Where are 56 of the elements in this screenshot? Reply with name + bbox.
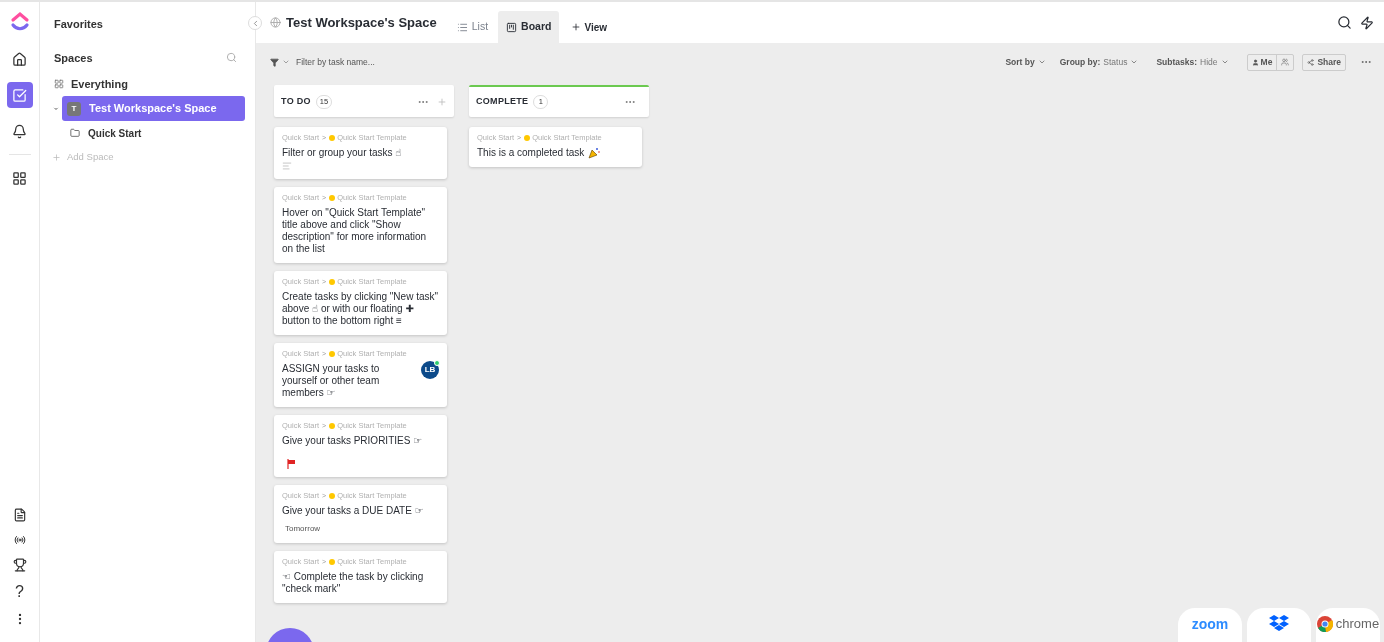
filter-field[interactable]: Filter by task name... xyxy=(296,55,446,69)
column-title: TO DO xyxy=(281,95,311,109)
tasks-icon[interactable] xyxy=(6,82,33,108)
broadcast-icon[interactable] xyxy=(13,534,26,546)
column-title: COMPLETE xyxy=(476,95,529,109)
task-title: This is a completed task xyxy=(477,147,585,159)
task-title: Hover on "Quick Start Template" title above and click "Show description" for more information on the list xyxy=(282,207,428,255)
group-by-button[interactable]: Group by: Status xyxy=(1059,55,1139,69)
sidebar-item[interactable]: Quick Start xyxy=(52,122,245,144)
task-title: Give your tasks PRIORITIES ☞ xyxy=(282,435,423,447)
list-icon xyxy=(456,21,468,33)
chrome-logo-button[interactable]: chrome xyxy=(1316,608,1380,642)
share-button[interactable]: Share xyxy=(1302,53,1346,71)
page-title: Test Workspace's Space xyxy=(286,13,437,32)
open-box-logo xyxy=(1268,614,1290,634)
board-icon xyxy=(506,21,518,33)
task-title: ☜ Complete the task by clicking "check mark" xyxy=(282,571,425,595)
description-icon xyxy=(282,161,292,171)
view-tab[interactable]: Board xyxy=(498,11,560,43)
spaces-heading[interactable]: Spaces xyxy=(54,49,93,66)
task-title: Create tasks by clicking "New task" above ☝ or with our floating ✚ button to the bottom right ≡ xyxy=(282,291,439,327)
trophy-icon[interactable] xyxy=(12,558,27,572)
party-popper-icon xyxy=(588,147,601,159)
due-date[interactable]: Tomorrow xyxy=(285,523,321,535)
document-icon[interactable] xyxy=(12,508,27,522)
space-avatar: T xyxy=(67,101,81,116)
sidebar-item[interactable]: T Test Workspace's Space xyxy=(62,96,245,121)
view-tab[interactable]: List xyxy=(448,11,497,43)
caret-icon xyxy=(1130,58,1139,66)
favorites-heading[interactable]: Favorites xyxy=(54,16,103,33)
add-view-button[interactable]: View xyxy=(561,11,618,43)
caret-icon xyxy=(1037,58,1046,66)
assignee-avatar[interactable]: LB xyxy=(421,361,439,379)
lightning-icon[interactable] xyxy=(1360,15,1374,30)
caret-icon xyxy=(1220,58,1229,66)
share-icon xyxy=(1307,58,1315,66)
folder-icon xyxy=(70,128,80,138)
people-icon xyxy=(1281,58,1290,66)
priority-flag-icon[interactable] xyxy=(287,459,296,469)
space-icon xyxy=(270,17,281,28)
subtasks-button[interactable]: Subtasks: Hide xyxy=(1156,55,1229,69)
box-logo-button[interactable] xyxy=(1247,608,1311,642)
logo-icon[interactable] xyxy=(9,10,30,32)
plus-icon xyxy=(52,152,61,162)
chrome-logo xyxy=(1316,616,1333,632)
search-icon[interactable] xyxy=(1337,15,1352,30)
plus-icon xyxy=(571,22,582,32)
grid-icon xyxy=(54,79,64,89)
filter-icon[interactable] xyxy=(270,57,279,67)
sidebar-item[interactable]: Everything xyxy=(52,74,245,94)
task-title: ASSIGN your tasks to yourself or other team members ☞ xyxy=(282,363,381,399)
task-title: Filter or group your tasks ☝ xyxy=(282,147,402,159)
task-title: Give your tasks a DUE DATE ☞ xyxy=(282,505,424,517)
help-button[interactable]: ? xyxy=(15,584,24,600)
sort-button[interactable]: Sort by xyxy=(1005,55,1046,69)
person-icon xyxy=(1251,58,1259,66)
